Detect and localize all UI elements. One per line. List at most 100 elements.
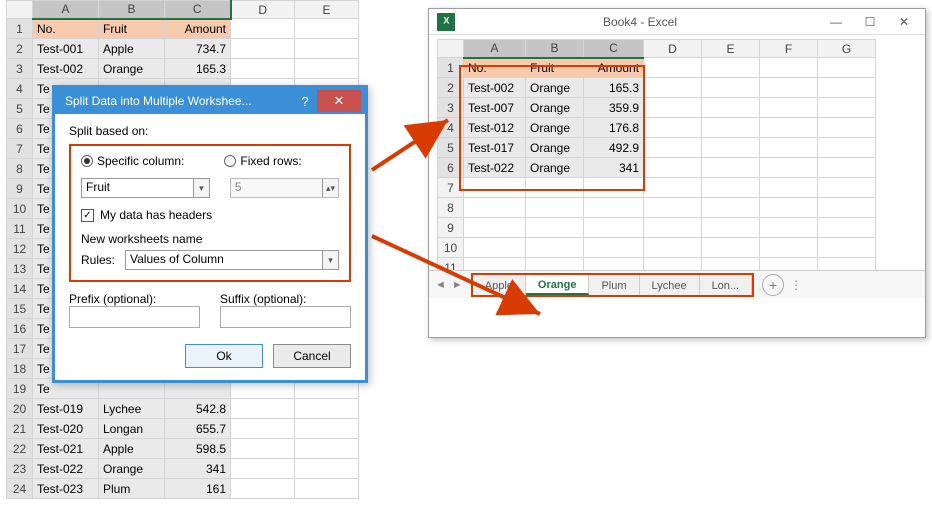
sheet-tab-lychee[interactable]: Lychee bbox=[640, 275, 700, 295]
window-titlebar[interactable]: X Book4 - Excel — ☐ ✕ bbox=[429, 9, 925, 35]
cell[interactable] bbox=[702, 58, 760, 78]
cell[interactable] bbox=[584, 178, 644, 198]
cell[interactable] bbox=[464, 238, 526, 258]
sheet-tab-lon[interactable]: Lon... bbox=[700, 275, 753, 295]
new-sheet-button[interactable]: + bbox=[762, 274, 784, 296]
cell[interactable] bbox=[526, 238, 584, 258]
row-header[interactable]: 4 bbox=[7, 79, 33, 99]
header-cell[interactable]: No. bbox=[33, 19, 99, 39]
cell[interactable] bbox=[702, 198, 760, 218]
cell[interactable] bbox=[231, 479, 295, 499]
cell[interactable]: Orange bbox=[99, 59, 165, 79]
cell[interactable]: 341 bbox=[584, 158, 644, 178]
cell[interactable]: Orange bbox=[526, 78, 584, 98]
cell[interactable]: Plum bbox=[99, 479, 165, 499]
prefix-input[interactable] bbox=[69, 306, 200, 328]
minimize-button[interactable]: — bbox=[819, 12, 853, 32]
help-icon[interactable]: ? bbox=[293, 94, 317, 109]
header-cell[interactable]: Amount bbox=[165, 19, 231, 39]
row-header[interactable]: 11 bbox=[7, 219, 33, 239]
row-header[interactable]: 3 bbox=[7, 59, 33, 79]
sheet-tab-orange[interactable]: Orange bbox=[526, 275, 590, 295]
cell[interactable] bbox=[644, 218, 702, 238]
cell[interactable]: Test-007 bbox=[464, 98, 526, 118]
cell[interactable] bbox=[818, 198, 876, 218]
cell[interactable]: 165.3 bbox=[165, 59, 231, 79]
cell[interactable] bbox=[760, 198, 818, 218]
cell[interactable]: Orange bbox=[99, 459, 165, 479]
cell[interactable]: 165.3 bbox=[584, 78, 644, 98]
prev-sheet-icon[interactable]: ◄ bbox=[435, 279, 446, 291]
col-header-G[interactable]: G bbox=[818, 40, 876, 58]
row-header[interactable]: 8 bbox=[438, 198, 464, 218]
row-header[interactable]: 14 bbox=[7, 279, 33, 299]
row-header[interactable]: 19 bbox=[7, 379, 33, 399]
cell[interactable] bbox=[760, 58, 818, 78]
cell[interactable] bbox=[760, 158, 818, 178]
row-header[interactable]: 5 bbox=[7, 99, 33, 119]
cell[interactable] bbox=[818, 178, 876, 198]
cell[interactable] bbox=[644, 158, 702, 178]
row-header[interactable]: 1 bbox=[7, 19, 33, 39]
table-row[interactable]: 2Test-001Apple734.7 bbox=[7, 39, 359, 59]
cell[interactable] bbox=[231, 39, 295, 59]
table-row[interactable]: 9 bbox=[438, 218, 876, 238]
result-grid[interactable]: A B C D E F G 1No.FruitAmount2Test-002Or… bbox=[437, 39, 876, 298]
cell[interactable] bbox=[295, 439, 359, 459]
restore-button[interactable]: ☐ bbox=[853, 12, 887, 32]
cell[interactable] bbox=[295, 399, 359, 419]
fixed-rows-radio[interactable]: Fixed rows: bbox=[224, 154, 301, 168]
cell[interactable] bbox=[526, 178, 584, 198]
cell[interactable]: 542.8 bbox=[165, 399, 231, 419]
rules-select[interactable]: Values of Column ▾ bbox=[125, 250, 339, 270]
cell[interactable] bbox=[295, 479, 359, 499]
cell[interactable] bbox=[464, 218, 526, 238]
table-row[interactable]: 5Test-017Orange492.9 bbox=[438, 138, 876, 158]
cell[interactable] bbox=[818, 78, 876, 98]
cell[interactable] bbox=[295, 19, 359, 39]
cell[interactable] bbox=[818, 98, 876, 118]
cell[interactable]: Orange bbox=[526, 98, 584, 118]
row-header[interactable]: 4 bbox=[438, 118, 464, 138]
col-header-A[interactable]: A bbox=[33, 1, 99, 19]
cell[interactable] bbox=[295, 59, 359, 79]
row-header[interactable]: 16 bbox=[7, 319, 33, 339]
table-row[interactable]: 3Test-007Orange359.9 bbox=[438, 98, 876, 118]
row-header[interactable]: 1 bbox=[438, 58, 464, 78]
cell[interactable] bbox=[295, 39, 359, 59]
cell[interactable] bbox=[702, 98, 760, 118]
cell[interactable] bbox=[464, 178, 526, 198]
cell[interactable] bbox=[644, 98, 702, 118]
row-header[interactable]: 23 bbox=[7, 459, 33, 479]
cell[interactable]: Test-022 bbox=[33, 459, 99, 479]
cell[interactable] bbox=[231, 19, 295, 39]
sheet-tab-apple[interactable]: Apple bbox=[473, 275, 526, 295]
cell[interactable] bbox=[818, 138, 876, 158]
row-header[interactable]: 24 bbox=[7, 479, 33, 499]
table-row[interactable]: 8 bbox=[438, 198, 876, 218]
ok-button[interactable]: Ok bbox=[185, 344, 263, 368]
table-row[interactable]: 7 bbox=[438, 178, 876, 198]
cell[interactable] bbox=[760, 98, 818, 118]
header-cell[interactable]: Fruit bbox=[526, 58, 584, 78]
cell[interactable]: Test-012 bbox=[464, 118, 526, 138]
row-header[interactable]: 22 bbox=[7, 439, 33, 459]
cell[interactable]: Longan bbox=[99, 419, 165, 439]
cell[interactable] bbox=[231, 439, 295, 459]
next-sheet-icon[interactable]: ► bbox=[452, 279, 463, 291]
specific-column-radio[interactable]: Specific column: bbox=[81, 154, 184, 168]
col-header-C[interactable]: C bbox=[584, 40, 644, 58]
select-all-corner[interactable] bbox=[438, 40, 464, 58]
row-header[interactable]: 8 bbox=[7, 159, 33, 179]
table-row[interactable]: 10 bbox=[438, 238, 876, 258]
row-header[interactable]: 18 bbox=[7, 359, 33, 379]
cell[interactable]: Test-002 bbox=[33, 59, 99, 79]
cell[interactable]: Test-022 bbox=[464, 158, 526, 178]
cell[interactable] bbox=[295, 459, 359, 479]
cell[interactable] bbox=[760, 78, 818, 98]
col-header-A[interactable]: A bbox=[464, 40, 526, 58]
cell[interactable] bbox=[644, 138, 702, 158]
table-row[interactable]: 23Test-022Orange341 bbox=[7, 459, 359, 479]
cell[interactable]: 341 bbox=[165, 459, 231, 479]
cell[interactable] bbox=[818, 58, 876, 78]
